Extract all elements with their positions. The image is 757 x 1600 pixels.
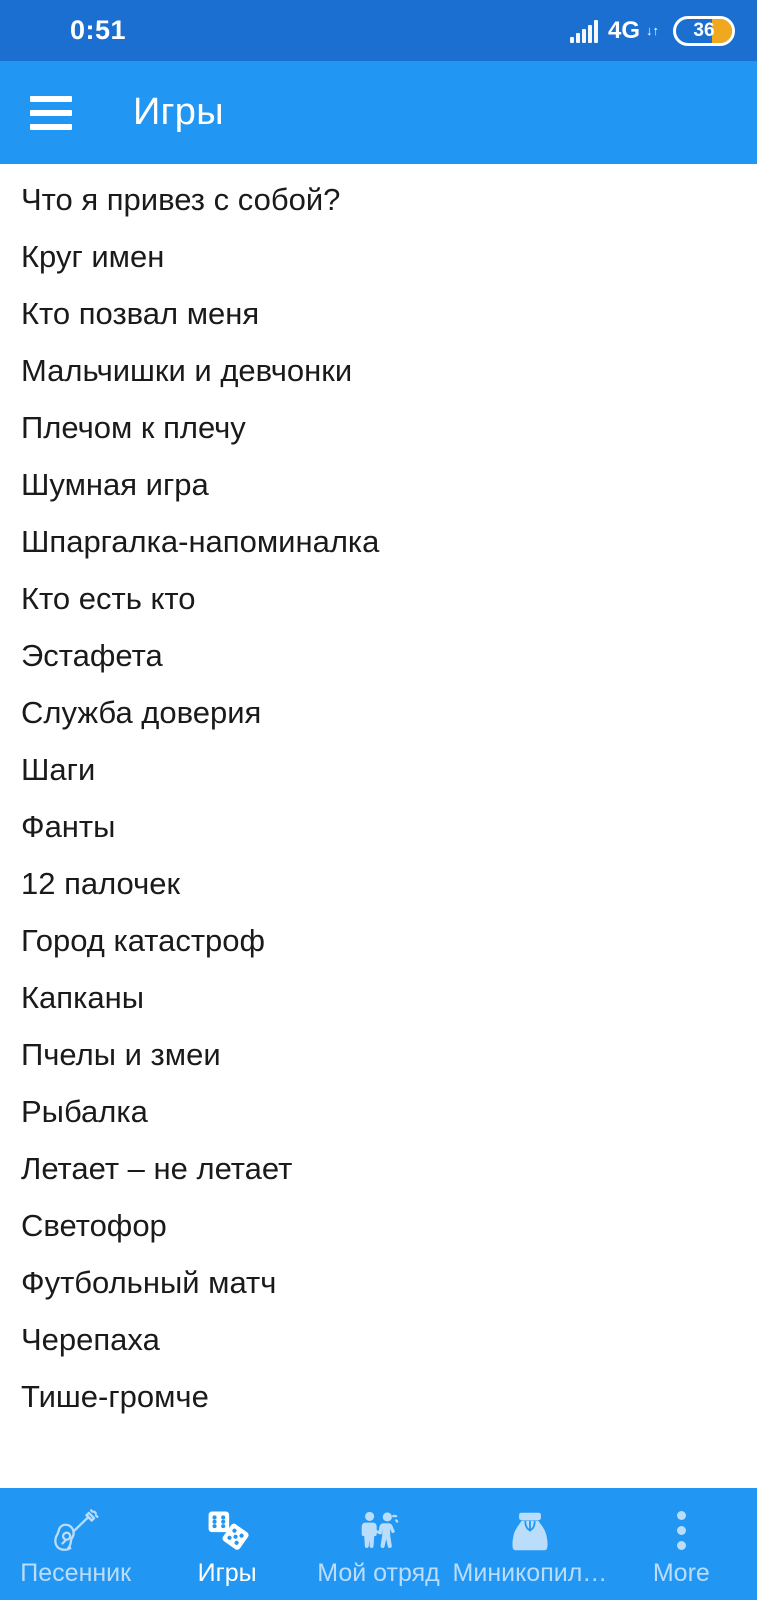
list-item-label: Кто есть кто (21, 581, 196, 617)
status-bar: 0:51 4G ↓↑ 36 (0, 0, 757, 61)
nav-tab-my-squad[interactable]: Мой отряд (303, 1488, 454, 1600)
nav-tab-label: Мой отряд (317, 1558, 440, 1587)
hamburger-menu-icon[interactable] (22, 84, 80, 142)
nav-tab-minibank[interactable]: Миникопил… (454, 1488, 606, 1600)
list-item-label: Мальчишки и девчонки (21, 353, 353, 389)
nav-tab-label: Песенник (20, 1558, 132, 1587)
list-item-label: Город катастроф (21, 923, 266, 959)
battery-level-label: 36 (693, 19, 715, 41)
battery-fill (711, 18, 732, 43)
list-item[interactable]: Рыбалка (0, 1084, 757, 1141)
list-item-label: Служба доверия (21, 695, 262, 731)
list-item-label: Рыбалка (21, 1094, 148, 1130)
list-item[interactable]: Капканы (0, 970, 757, 1027)
status-bar-right: 4G ↓↑ 36 (569, 15, 735, 46)
list-item-label: Светофор (21, 1208, 167, 1244)
games-list[interactable]: Что я привез с собой? Круг имен Кто позв… (0, 164, 757, 1488)
list-item-label: Что я привез с собой? (21, 182, 341, 218)
list-item[interactable]: Кто есть кто (0, 571, 757, 628)
page-title: Игры (133, 91, 224, 133)
data-transfer-arrows-icon: ↓↑ (646, 23, 659, 38)
nav-tab-label: Игры (197, 1558, 257, 1587)
list-item[interactable]: Шаги (0, 742, 757, 799)
app-screen: 0:51 4G ↓↑ 36 Игры Что я привез с собой?… (0, 0, 757, 1600)
list-item[interactable]: Светофор (0, 1198, 757, 1255)
list-item[interactable]: Что я привез с собой? (0, 172, 757, 229)
list-item[interactable]: Черепаха (0, 1312, 757, 1369)
list-item[interactable]: Шумная игра (0, 457, 757, 514)
list-item-label: Плечом к плечу (21, 410, 246, 446)
signal-bars-icon (569, 19, 598, 43)
list-item[interactable]: Эстафета (0, 628, 757, 685)
list-item[interactable]: Плечом к плечу (0, 400, 757, 457)
list-item[interactable]: Мальчишки и девчонки (0, 343, 757, 400)
list-item[interactable]: Служба доверия (0, 685, 757, 742)
list-item-label: Капканы (21, 980, 144, 1016)
money-bag-icon (505, 1505, 555, 1557)
nav-tab-label: Миникопил… (454, 1558, 606, 1587)
guitar-icon (51, 1505, 101, 1557)
bottom-navigation-bar: Песенник Игры Мой отряд Миникопил… More (0, 1488, 757, 1600)
list-item-label: Фанты (21, 809, 116, 845)
list-item[interactable]: Футбольный матч (0, 1255, 757, 1312)
list-item-label: Шаги (21, 752, 96, 788)
list-item[interactable]: Шпаргалка-напоминалка (0, 514, 757, 571)
list-item-label: Черепаха (21, 1322, 160, 1358)
app-bar: Игры (0, 61, 757, 164)
list-item[interactable]: Кто позвал меня (0, 286, 757, 343)
two-children-icon (354, 1505, 404, 1557)
list-item[interactable]: Летает – не летает (0, 1141, 757, 1198)
list-item-label: 12 палочек (21, 866, 181, 902)
nav-tab-more[interactable]: More (606, 1488, 757, 1600)
list-item-label: Шумная игра (21, 467, 209, 503)
list-item-label: Тише-громче (21, 1379, 209, 1415)
nav-tab-label: More (652, 1558, 710, 1587)
list-item[interactable]: Фанты (0, 799, 757, 856)
list-item-label: Эстафета (21, 638, 163, 674)
overflow-dots-icon (676, 1505, 686, 1557)
nav-tab-songbook[interactable]: Песенник (0, 1488, 151, 1600)
list-item-label: Шпаргалка-напоминалка (21, 524, 380, 560)
list-item-label: Кто позвал меня (21, 296, 260, 332)
list-item-label: Круг имен (21, 239, 165, 275)
list-item[interactable]: Круг имен (0, 229, 757, 286)
status-bar-left: 0:51 (0, 15, 126, 46)
list-item-label: Летает – не летает (21, 1151, 293, 1187)
clock: 0:51 (70, 15, 127, 45)
nav-tab-games[interactable]: Игры (151, 1488, 302, 1600)
battery-indicator: 36 (673, 15, 735, 46)
list-item[interactable]: Пчелы и змеи (0, 1027, 757, 1084)
list-item-label: Пчелы и змеи (21, 1037, 221, 1073)
dice-icon (201, 1505, 253, 1557)
list-item[interactable]: 12 палочек (0, 856, 757, 913)
list-item-label: Футбольный матч (21, 1265, 277, 1301)
list-item[interactable]: Тише-громче (0, 1369, 757, 1426)
network-type-label: 4G (607, 16, 640, 44)
list-item[interactable]: Город катастроф (0, 913, 757, 970)
